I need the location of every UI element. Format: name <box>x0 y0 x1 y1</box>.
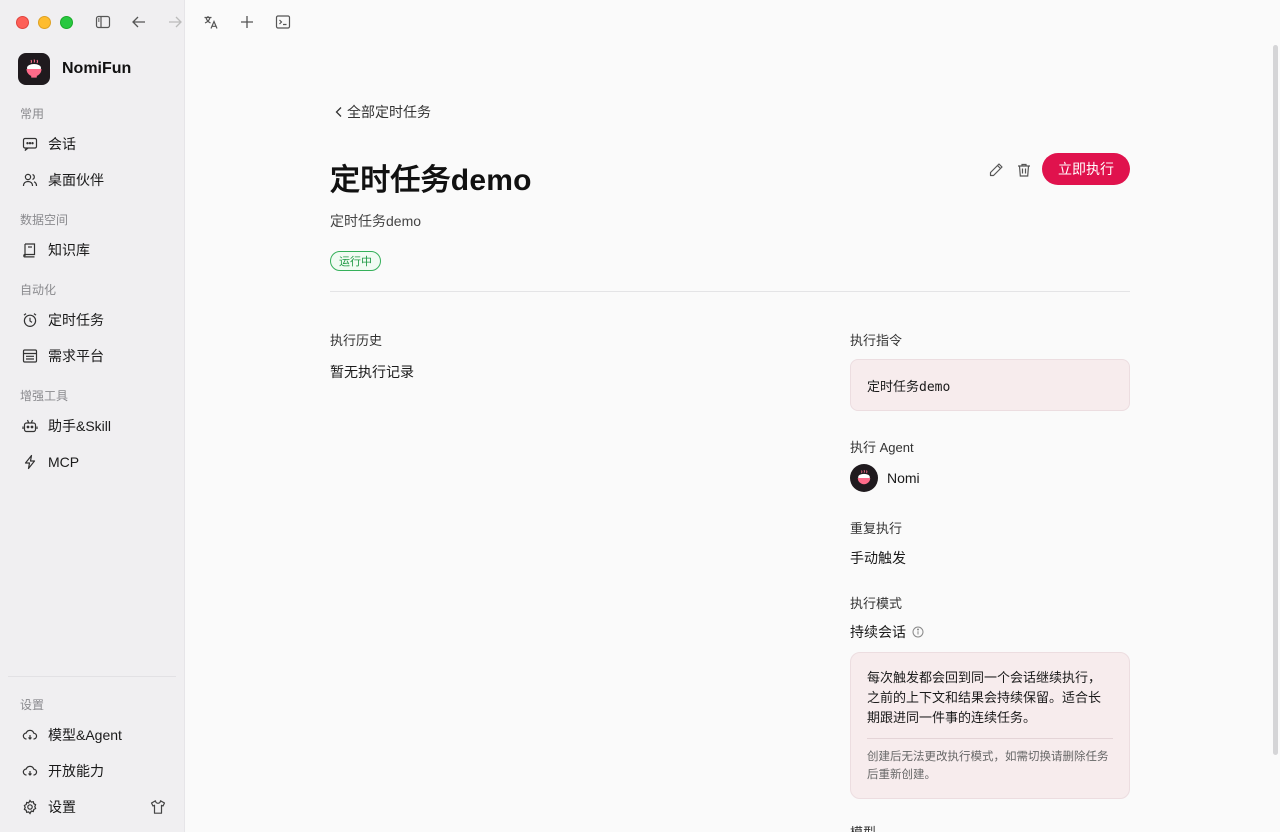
section-automation: 自动化 <box>20 283 57 297</box>
sidebar-item-label: 知识库 <box>48 242 90 258</box>
mode-value: 持续会话 <box>850 624 906 640</box>
window-controls <box>16 16 73 29</box>
sidebar-item-assistant-skill[interactable]: 助手&Skill <box>14 410 174 442</box>
section-common: 常用 <box>20 107 45 121</box>
agent-row: Nomi <box>850 464 920 492</box>
chat-icon <box>22 137 38 151</box>
history-empty-text: 暂无执行记录 <box>330 364 414 380</box>
agent-avatar <box>850 464 878 492</box>
sidebar-item-open-ability[interactable]: 开放能力 <box>14 755 174 787</box>
list-board-icon <box>22 349 38 363</box>
sidebar-item-scheduled[interactable]: 定时任务 <box>14 304 174 336</box>
users-icon <box>22 173 38 187</box>
sidebar-divider <box>8 676 176 677</box>
robot-icon <box>22 419 38 433</box>
maximize-window-button[interactable] <box>60 16 73 29</box>
history-label: 执行历史 <box>330 333 383 348</box>
back-arrow-icon[interactable] <box>128 11 150 33</box>
main-scrollbar[interactable] <box>1273 45 1278 755</box>
sidebar-item-label: 设置 <box>48 799 76 815</box>
back-to-all-tasks-link[interactable]: 全部定时任务 <box>334 102 431 122</box>
sidebar-item-label: 模型&Agent <box>48 727 122 743</box>
page-title: 定时任务demo <box>330 164 532 197</box>
lightning-icon <box>24 454 36 470</box>
sidebar-item-chat[interactable]: 会话 <box>14 128 174 160</box>
run-now-button[interactable]: 立即执行 <box>1042 153 1130 185</box>
agent-label: 执行 Agent <box>850 440 914 455</box>
sidebar-item-knowledge[interactable]: 知识库 <box>14 234 174 266</box>
repeat-label: 重复执行 <box>850 521 903 536</box>
info-icon[interactable] <box>912 626 924 638</box>
sidebar-toggle-icon[interactable] <box>92 11 114 33</box>
app-name: NomiFun <box>62 60 132 77</box>
sidebar-item-desk-partner[interactable]: 桌面伙伴 <box>14 164 174 196</box>
sidebar-item-label: 定时任务 <box>48 312 104 328</box>
sidebar-item-label: 开放能力 <box>48 763 104 779</box>
mode-box-divider <box>867 738 1113 739</box>
sidebar-item-label: 会话 <box>48 136 76 152</box>
section-tools: 增强工具 <box>20 389 69 403</box>
sidebar-item-mcp[interactable]: MCP <box>14 446 174 478</box>
theme-shirt-icon[interactable] <box>148 797 168 817</box>
cloud-sync-icon <box>22 729 38 740</box>
alarm-clock-icon <box>23 313 37 328</box>
mode-row: 持续会话 <box>850 622 924 642</box>
brand[interactable]: NomiFun <box>18 53 131 85</box>
repeat-value: 手动触发 <box>850 550 906 566</box>
delete-trash-icon[interactable] <box>1014 160 1034 180</box>
agent-name: Nomi <box>887 470 920 486</box>
back-link-label: 全部定时任务 <box>347 104 431 120</box>
mode-description: 每次触发都会回到同一个会话继续执行，之前的上下文和结果会持续保留。适合长期跟进同… <box>867 670 1102 725</box>
model-label: 模型 <box>850 822 876 832</box>
sidebar-item-settings[interactable]: 设置 <box>14 791 134 823</box>
section-data: 数据空间 <box>20 213 69 227</box>
close-window-button[interactable] <box>16 16 29 29</box>
header-divider <box>330 291 1130 292</box>
instruction-value: 定时任务demo <box>867 379 951 395</box>
gear-icon <box>23 799 37 815</box>
mode-label: 执行模式 <box>850 596 903 611</box>
sidebar-item-label: 助手&Skill <box>48 418 112 434</box>
instruction-label: 执行指令 <box>850 333 903 348</box>
instruction-box: 定时任务demo <box>850 359 1130 411</box>
mode-description-box: 每次触发都会回到同一个会话继续执行，之前的上下文和结果会持续保留。适合长期跟进同… <box>850 652 1130 799</box>
minimize-window-button[interactable] <box>38 16 51 29</box>
sidebar-item-label: 需求平台 <box>48 348 104 364</box>
sidebar-item-demand[interactable]: 需求平台 <box>14 340 174 372</box>
rice-bowl-logo-icon <box>18 53 50 85</box>
mode-note: 创建后无法更改执行模式，如需切换请删除任务后重新创建。 <box>867 751 1109 781</box>
page-subtitle: 定时任务demo <box>330 213 422 229</box>
cloud-sync-icon <box>22 765 38 776</box>
sidebar-item-model-agent[interactable]: 模型&Agent <box>14 719 174 751</box>
book-icon <box>23 243 36 258</box>
sidebar-item-label: MCP <box>48 454 80 470</box>
section-settings: 设置 <box>20 698 45 712</box>
status-badge: 运行中 <box>330 251 381 271</box>
edit-pencil-icon[interactable] <box>986 160 1006 180</box>
forward-arrow-icon[interactable] <box>164 11 186 33</box>
chevron-left-icon <box>335 107 342 117</box>
sidebar-item-label: 桌面伙伴 <box>48 172 104 188</box>
sidebar: NomiFun 常用 会话 桌面伙伴 数据空间 知识库 自动化 定时任务 需求平… <box>0 0 185 832</box>
